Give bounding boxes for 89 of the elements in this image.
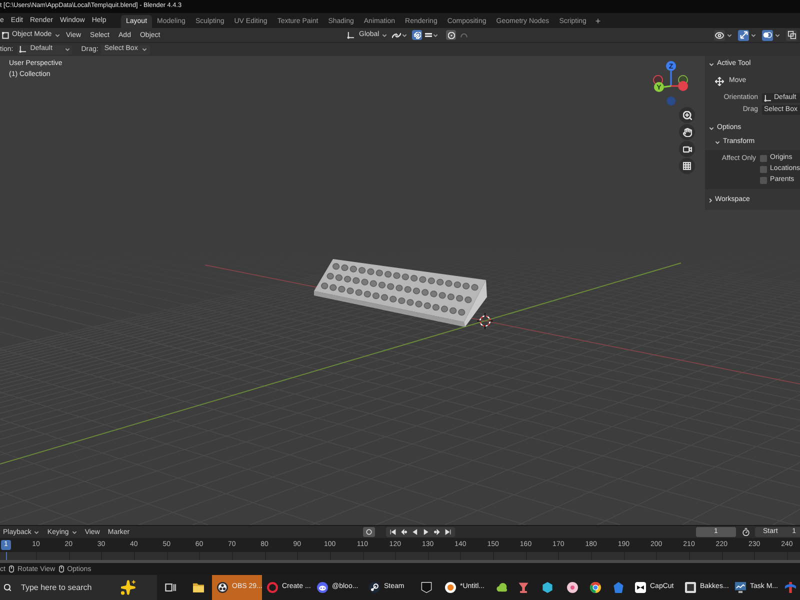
xray-toggle[interactable] [786,30,797,40]
snap-toggle[interactable] [412,30,422,40]
chevron-icon [72,530,77,534]
gizmo-toggle[interactable] [738,30,749,40]
bow-icon [635,582,646,593]
disc-icon [369,582,380,593]
dot-ring-icon [448,32,455,38]
square-icon [2,32,9,38]
axes-icon [347,32,354,38]
ball-icon [590,582,600,593]
chevron-icon [709,62,714,66]
sparkle-icon [121,580,136,595]
play-reverse-button[interactable] [410,528,420,536]
circle-icon [566,582,578,593]
chevron-icon [751,34,756,36]
circles-icon [763,31,772,39]
search-icon [4,584,11,591]
cup-icon [518,582,529,593]
move-icon [715,76,724,86]
mouse-icon [59,565,64,573]
grid-icon [683,162,691,170]
monitor-icon [735,582,746,593]
chevron-icon [402,34,408,36]
squares-icon [788,31,796,39]
next-keyframe-icon [434,529,440,535]
zoom-icon [682,110,692,120]
axes-icon [764,94,771,102]
previous-keyframe-icon [401,529,407,535]
circle-icon [445,582,456,593]
link-icon [392,32,402,38]
jump-start-button[interactable] [388,528,398,536]
checkbox[interactable] [760,155,768,162]
tile-icon [685,582,696,593]
ring-icon [267,582,278,593]
projection-button[interactable] [679,158,695,174]
search-field[interactable]: Type here to search [0,575,157,600]
overlays-toggle[interactable] [762,30,773,40]
shield-icon [420,582,432,593]
chevron-icon [54,34,60,36]
play-button[interactable] [421,528,431,536]
folder-icon [192,582,204,593]
record-icon [366,529,372,535]
add-workspace-button[interactable]: + [591,15,605,28]
camera-view-button[interactable] [679,141,695,157]
camera-icon [682,146,692,152]
disc-icon [217,582,228,593]
ribbon-icon [785,582,796,593]
jump-end-button[interactable] [443,528,453,536]
stopwatch-icon [742,528,750,536]
axes-icon [19,46,26,53]
chevron-icon [382,34,388,36]
chevron-icon [709,198,712,202]
previous-keyframe-button[interactable] [399,528,409,536]
magnet-icon [414,32,421,38]
chevron-icon [727,34,732,36]
chevron-icon [34,530,40,534]
hexagon-icon [542,582,553,593]
chevron-icon [709,126,714,130]
zoom-button[interactable] [679,107,695,123]
pan-button[interactable] [679,124,695,140]
crosshair-icon [476,312,494,330]
bars-icon [425,33,432,37]
visibility-dropdown[interactable] [714,30,725,40]
axis-arrows-icon [740,31,748,39]
cloud-icon [496,582,507,593]
checkbox[interactable] [760,166,768,173]
skip-end-icon [445,529,451,535]
task-view-icon [165,582,176,593]
axis-handle[interactable] [666,96,676,106]
skip-start-icon [390,529,396,535]
falloff-curve-icon [460,32,468,38]
chevron-icon [65,48,70,51]
eye-icon [715,32,724,38]
chevron-icon [715,140,720,144]
axis-handle[interactable] [671,81,688,91]
hand-icon [682,128,692,136]
chat-icon [317,582,328,593]
playhead-line [6,552,7,560]
mouse-icon [9,565,14,573]
play-icon [423,529,429,535]
proportional-editing-toggle[interactable] [446,30,456,40]
chevron-icon [775,34,780,36]
checkbox[interactable] [760,177,768,184]
next-keyframe-button[interactable] [432,528,442,536]
chevron-icon [433,34,438,36]
auto-keying-toggle[interactable] [363,527,375,537]
shield-icon [613,582,624,593]
chevron-icon [142,48,147,51]
play-reverse-icon [412,529,418,535]
